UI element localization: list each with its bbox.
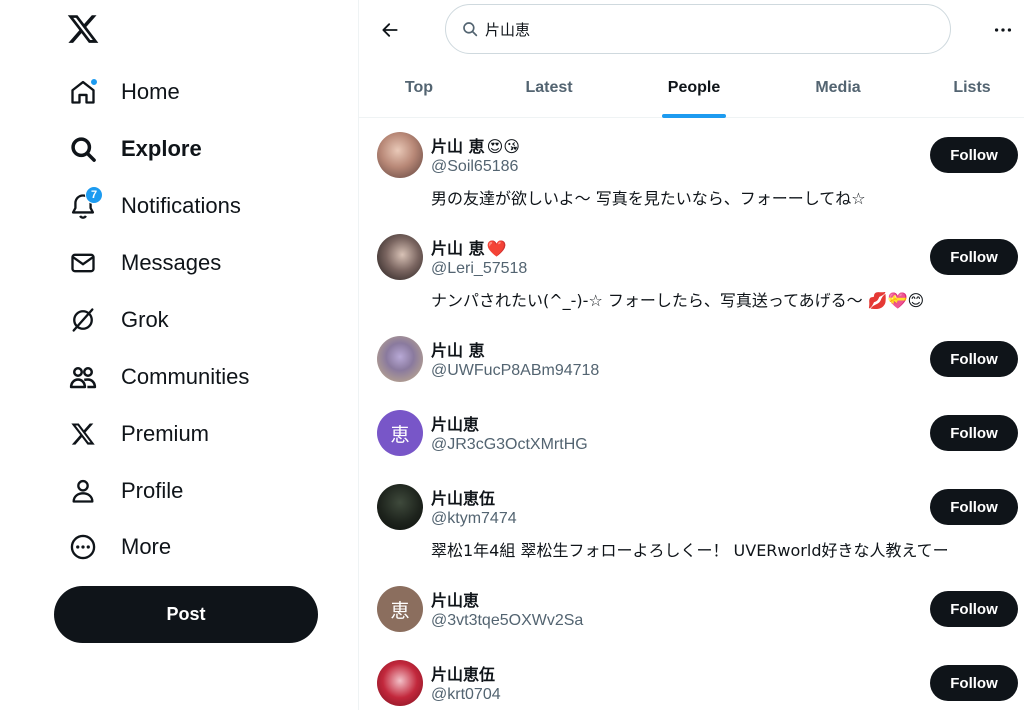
user-cell[interactable]: 片山恵伍 @krt0704 Follow [359,648,1024,710]
user-bio: 翠松1年4組 翠松生フォローよろしくー！ UVERworld好きな人教えてー [431,541,949,560]
user-cell[interactable]: 片山 恵 ❤️ @Leri_57518 ナンパされたい(^_-)-☆ フォーしたら… [359,222,1024,324]
nav-label: Explore [121,136,202,161]
search-icon [68,134,98,164]
nav-messages[interactable]: Messages [56,238,233,288]
display-name[interactable]: 片山恵 [431,411,479,435]
display-name[interactable]: 片山 恵 ❤️ [431,235,507,259]
more-circle-icon [68,532,98,562]
nav-label: Premium [121,421,210,446]
user-bio: ナンパされたい(^_-)-☆ フォーしたら、写真送ってあげる〜 💋💝😊 [431,291,925,310]
nav-label: Notifications [121,193,241,218]
grok-icon [68,305,98,335]
user-handle[interactable]: @JR3cG3OctXMrtHG [431,436,588,454]
user-bio: 男の友達が欲しいよ〜 写真を見たいなら、フォーーしてね☆ [431,189,866,208]
display-name[interactable]: 片山恵伍 [431,485,495,509]
follow-button[interactable]: Follow [930,591,1018,627]
user-handle[interactable]: @Soil65186 [431,158,518,176]
display-name-text: 片山 恵 [431,239,485,258]
display-name[interactable]: 片山恵 [431,587,479,611]
avatar[interactable]: 恵 [377,586,423,632]
back-arrow-icon[interactable] [373,13,407,47]
search-input[interactable]: 片山恵 [445,4,951,54]
user-handle[interactable]: @krt0704 [431,686,501,704]
nav-communities[interactable]: Communities [56,352,261,402]
avatar[interactable] [377,234,423,280]
nav-more[interactable]: More [56,522,183,572]
notification-count-badge: 7 [85,186,103,204]
tab-label: People [667,79,721,96]
user-cell[interactable]: 片山 恵 😍😘 @Soil65186 男の友達が欲しいよ〜 写真を見たいなら、フォ… [359,120,1024,222]
tab-latest[interactable]: Latest [499,58,599,118]
nav-label: Profile [121,478,184,503]
nav-profile[interactable]: Profile [56,466,195,516]
follow-button[interactable]: Follow [930,665,1018,701]
display-name[interactable]: 片山 恵 [431,337,485,361]
nav-premium[interactable]: Premium [56,409,221,459]
follow-button[interactable]: Follow [930,489,1018,525]
tab-people[interactable]: People [644,58,744,118]
nav-grok[interactable]: Grok [56,295,181,345]
search-tabs: Top Latest People Media Lists [359,58,1024,118]
avatar[interactable] [377,132,423,178]
tab-lists[interactable]: Lists [922,58,1022,118]
tab-top[interactable]: Top [369,58,469,118]
nav-label: Grok [121,307,169,332]
sidebar: Home Explore 7 Notifications Messages Gr… [0,0,358,710]
search-icon [461,20,479,38]
nav-label: More [121,534,172,559]
follow-button[interactable]: Follow [930,341,1018,377]
user-handle[interactable]: @Leri_57518 [431,260,527,278]
post-button[interactable]: Post [54,586,318,643]
user-handle[interactable]: @ktym7474 [431,510,517,528]
more-options-icon[interactable] [989,16,1017,44]
follow-button[interactable]: Follow [930,239,1018,275]
follow-button[interactable]: Follow [930,137,1018,173]
user-cell[interactable]: 片山恵伍 @ktym7474 翠松1年4組 翠松生フォローよろしくー！ UVER… [359,472,1024,574]
user-cell[interactable]: 片山 恵 @UWFucP8ABm94718 Follow [359,324,1024,398]
avatar[interactable] [377,484,423,530]
tab-active-indicator [662,114,726,118]
tab-media[interactable]: Media [788,58,888,118]
user-cell[interactable]: 恵 片山恵 @3vt3tqe5OXWv2Sa Follow [359,574,1024,648]
x-logo-icon [68,419,98,449]
new-content-dot [90,78,98,86]
display-name-emoji: ❤️ [486,239,507,258]
display-name[interactable]: 片山 恵 😍😘 [431,133,520,157]
avatar[interactable]: 恵 [377,410,423,456]
follow-button[interactable]: Follow [930,415,1018,451]
display-name-emoji: 😍😘 [486,137,520,156]
user-handle[interactable]: @UWFucP8ABm94718 [431,362,599,380]
nav-notifications[interactable]: 7 Notifications [56,181,253,231]
nav-home[interactable]: Home [56,67,192,117]
x-logo-icon[interactable] [66,12,100,46]
nav-label: Home [121,79,180,104]
nav-explore[interactable]: Explore [56,124,214,174]
nav-label: Messages [121,250,222,275]
avatar[interactable] [377,336,423,382]
nav-label: Communities [121,364,250,389]
envelope-icon [68,248,98,278]
display-name[interactable]: 片山恵伍 [431,661,495,685]
display-name-text: 片山 恵 [431,137,485,156]
user-cell[interactable]: 恵 片山恵 @JR3cG3OctXMrtHG Follow [359,398,1024,472]
bell-icon: 7 [68,186,103,221]
user-handle[interactable]: @3vt3tqe5OXWv2Sa [431,612,583,630]
home-icon [68,77,98,107]
search-query: 片山恵 [485,20,531,39]
people-icon [68,362,98,392]
avatar[interactable] [377,660,423,706]
person-icon [68,476,98,506]
search-results-column: 片山恵 Top Latest People Media Lists 片山 恵 😍😘… [358,0,1024,710]
